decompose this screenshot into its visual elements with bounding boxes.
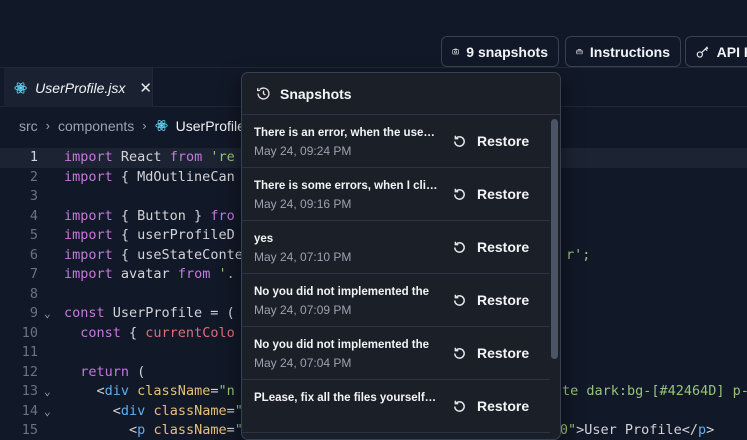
tab-label: UserProfile.jsx <box>35 79 126 96</box>
restore-label: Restore <box>477 133 530 149</box>
snapshot-title: yes <box>254 233 274 245</box>
line-number: 2 <box>29 168 38 185</box>
snapshot-title: PLease, fix all the files yourself. the <box>254 392 439 404</box>
line-number: 5 <box>29 227 38 243</box>
code-text: const { currentColo <box>80 324 235 341</box>
line-number: 13 <box>21 383 38 399</box>
line-number: 4 <box>29 207 38 224</box>
snapshot-item[interactable]: PLease, fix all the files yourself. the R… <box>242 380 550 433</box>
close-icon[interactable]: ✕ <box>139 79 152 97</box>
snapshot-item[interactable]: There is some errors, when I click on May… <box>242 168 550 221</box>
instructions-button-label: Instructions <box>589 43 670 60</box>
snapshots-button[interactable]: 9 snapshots <box>441 36 559 67</box>
fold-chevron-icon[interactable]: ⌄ <box>44 402 51 422</box>
restore-icon <box>454 241 465 253</box>
restore-button[interactable]: Restore <box>452 182 529 206</box>
line-number: 7 <box>29 266 38 282</box>
snapshots-popup: Snapshots There is an error, when the us… <box>241 72 561 440</box>
snapshots-button-label: 9 snapshots <box>466 43 548 60</box>
snapshot-item[interactable]: No you did not implemented the May 24, 07… <box>242 327 550 380</box>
restore-label: Restore <box>477 398 530 414</box>
top-bar: 9 snapshots Instructions API K <box>0 0 747 68</box>
code-fragment: r'; <box>566 246 591 263</box>
restore-icon <box>454 135 465 147</box>
chevron-right-icon: › <box>45 118 51 133</box>
restore-icon <box>454 294 465 306</box>
code-text: import { MdOutlineCan <box>64 168 235 185</box>
tab-userprofile[interactable]: UserProfile.jsx ✕ <box>4 68 153 107</box>
code-text: return ( <box>80 363 146 380</box>
code-text: import { Button } fro <box>64 207 235 224</box>
snapshot-item[interactable]: yes May 24, 07:10 PM Restore <box>242 221 550 274</box>
history-icon <box>257 87 270 100</box>
line-number: 14 <box>21 402 38 419</box>
line-number: 12 <box>21 363 38 380</box>
popup-title: Snapshots <box>280 85 352 102</box>
chevron-right-icon: › <box>142 118 147 133</box>
line-number: 11 <box>21 344 38 360</box>
snapshot-time: May 24, 09:16 PM <box>254 197 352 211</box>
restore-button[interactable]: Restore <box>452 235 529 259</box>
code-text: const UserProfile = ( <box>64 305 235 321</box>
snapshot-title: No you did not implemented the <box>254 339 430 351</box>
restore-button[interactable]: Restore <box>452 341 529 365</box>
code-text: <div className="n <box>64 383 235 399</box>
restore-icon <box>454 400 465 412</box>
restore-label: Restore <box>477 186 530 202</box>
instructions-button[interactable]: Instructions <box>565 36 681 67</box>
scrollbar-thumb[interactable] <box>551 119 558 359</box>
snapshot-time: May 24, 07:09 PM <box>254 303 352 317</box>
restore-button[interactable]: Restore <box>452 129 529 153</box>
breadcrumb-src[interactable]: src <box>19 118 38 134</box>
react-icon <box>14 81 27 94</box>
restore-icon <box>454 188 465 200</box>
line-number: 8 <box>29 285 38 302</box>
breadcrumb-components[interactable]: components <box>58 118 134 134</box>
snapshot-title: There is an error, when the user is <box>254 127 439 139</box>
key-icon <box>696 46 709 58</box>
snapshot-item[interactable]: No you did not implemented the May 24, 07… <box>242 274 550 327</box>
line-number: 3 <box>29 188 38 204</box>
restore-button[interactable]: Restore <box>452 394 529 418</box>
line-number: 1 <box>29 149 38 165</box>
line-number: 15 <box>21 422 38 438</box>
fold-chevron-icon[interactable]: ⌄ <box>44 304 51 324</box>
code-text: import { userProfileD <box>64 227 235 243</box>
react-icon <box>155 120 168 131</box>
code-text: import avatar from '. <box>64 266 235 282</box>
snapshot-title: There is some errors, when I click on <box>254 180 439 192</box>
line-number: 9 <box>29 305 38 321</box>
restore-button[interactable]: Restore <box>452 288 529 312</box>
briefcase-icon <box>576 49 583 55</box>
restore-label: Restore <box>477 292 530 308</box>
code-text: import React from 're <box>64 149 235 165</box>
line-number: 10 <box>21 324 38 341</box>
code-fragment: te dark:bg-[#42464D] p- <box>562 383 747 399</box>
snapshot-time: May 24, 07:04 PM <box>254 356 352 370</box>
fold-chevron-icon[interactable]: ⌄ <box>44 382 51 402</box>
camera-icon <box>452 48 459 55</box>
snapshot-time: May 24, 09:24 PM <box>254 144 352 158</box>
snapshot-title: No you did not implemented the <box>254 286 430 298</box>
restore-label: Restore <box>477 239 530 255</box>
popup-header: Snapshots <box>242 73 560 115</box>
restore-icon <box>454 347 465 359</box>
api-keys-button[interactable]: API K <box>685 36 747 67</box>
code-text: import { useStateConte <box>64 246 243 263</box>
line-number: 6 <box>29 246 38 263</box>
api-keys-button-label: API K <box>716 43 747 60</box>
snapshot-time: May 24, 07:10 PM <box>254 250 352 264</box>
snapshot-item[interactable]: There is an error, when the user is May 2… <box>242 115 550 168</box>
restore-label: Restore <box>477 345 530 361</box>
